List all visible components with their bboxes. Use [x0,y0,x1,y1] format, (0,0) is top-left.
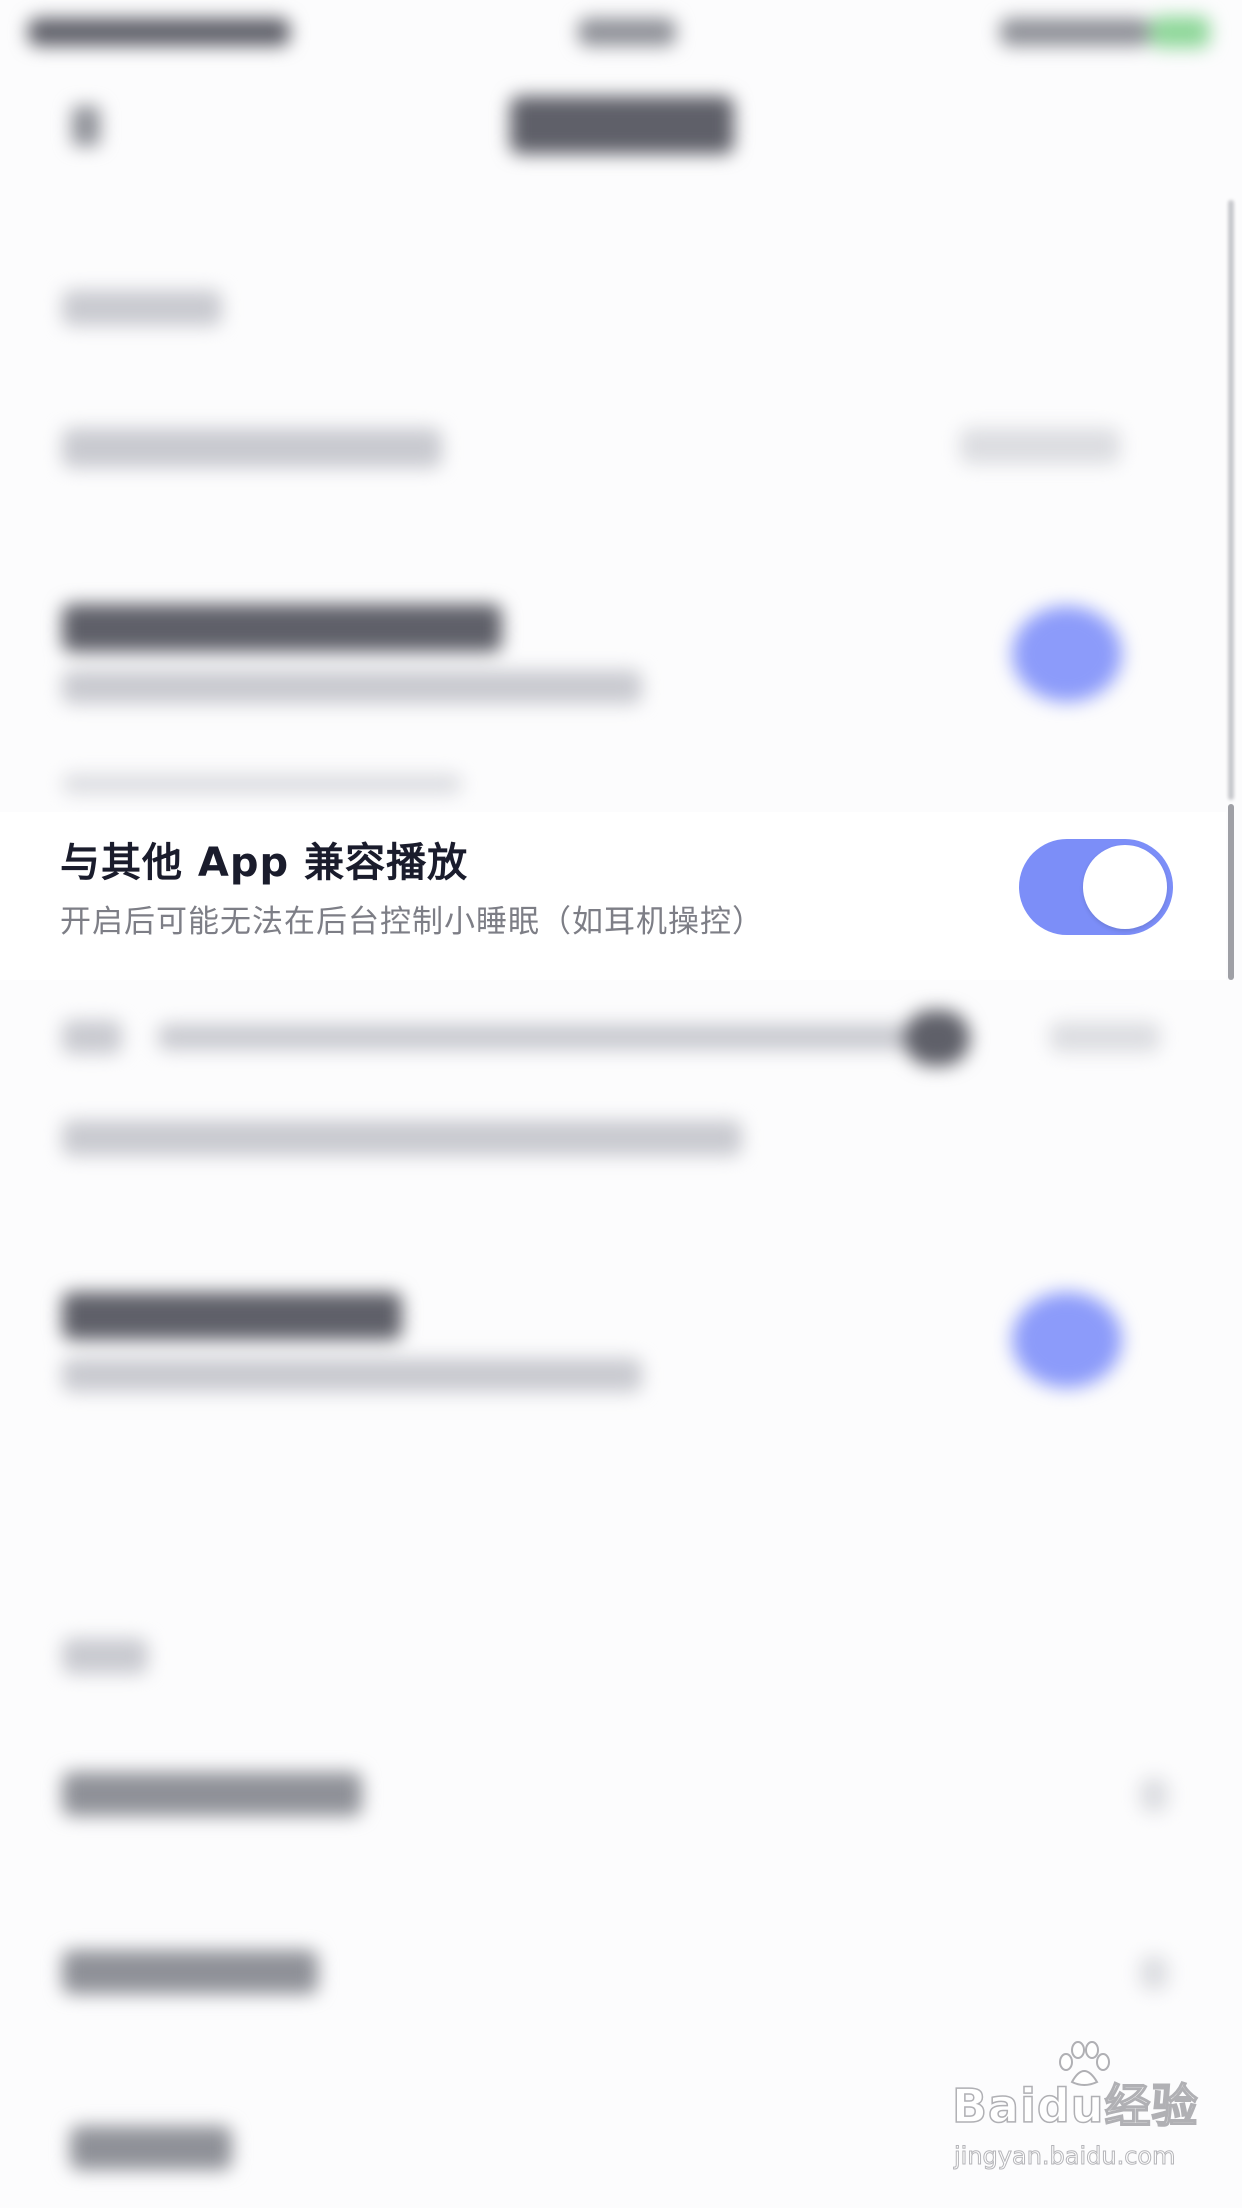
volume-slider-thumb[interactable] [904,1010,970,1066]
setting-row-value [960,428,1120,464]
setting-row-label [62,1950,318,1994]
toggle-switch[interactable] [1012,1292,1122,1388]
status-bar-carrier [28,18,290,46]
volume-slider-track[interactable] [158,1024,958,1050]
back-chevron-icon[interactable] [72,106,100,146]
scrollbar-thumb[interactable] [1228,804,1234,980]
chevron-right-icon [1140,1778,1168,1812]
setting-row-compatible-playback[interactable]: 与其他 App 兼容播放 开启后可能无法在后台控制小睡眠（如耳机操控） [0,812,1226,980]
setting-row-label [62,1772,362,1816]
setting-row-subtitle: 开启后可能无法在后台控制小睡眠（如耳机操控） [60,904,764,940]
setting-row-title [62,1292,402,1340]
toggle-knob [1083,845,1167,929]
setting-row-label [70,2126,232,2170]
setting-row-divider [62,774,462,794]
section-header [62,290,222,326]
setting-row-label [62,428,442,468]
settings-screen: 与其他 App 兼容播放 开启后可能无法在后台控制小睡眠（如耳机操控） Baid… [0,0,1242,2208]
setting-row-title: 与其他 App 兼容播放 [60,840,469,886]
nav-title [510,96,734,154]
setting-row-subtitle [62,1358,642,1392]
compatible-playback-toggle[interactable] [1019,839,1173,935]
toggle-switch[interactable] [1012,606,1122,702]
volume-high-icon [1050,1022,1160,1052]
setting-row-subtitle [62,1120,742,1156]
section-header [62,1638,148,1674]
chevron-right-icon [1140,1956,1168,1990]
status-bar-time [578,18,676,46]
setting-row-title [62,604,502,652]
status-bar-battery [1000,18,1150,46]
setting-row-subtitle [62,670,642,704]
scrollbar-track[interactable] [1228,200,1234,800]
status-bar-battery-level [1150,16,1210,48]
volume-low-icon [62,1020,122,1054]
blurred-background [0,0,1242,2208]
